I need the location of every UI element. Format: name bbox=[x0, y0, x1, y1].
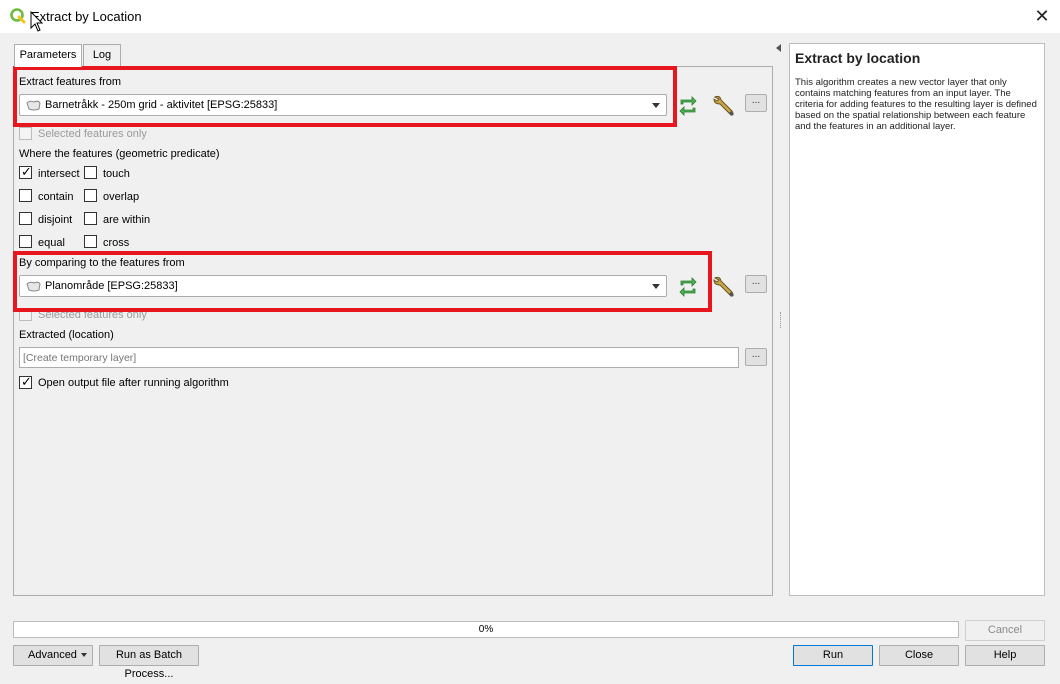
chevron-down-icon bbox=[81, 653, 87, 657]
compare-layer-combo[interactable]: Planområde [EPSG:25833] bbox=[19, 275, 667, 297]
input-layer-browse-button[interactable]: ... bbox=[745, 94, 767, 112]
run-button[interactable]: Run bbox=[793, 645, 873, 666]
tab-log[interactable]: Log bbox=[83, 44, 121, 66]
chevron-down-icon bbox=[652, 284, 660, 289]
iterate-refresh-icon[interactable] bbox=[677, 95, 699, 117]
help-button[interactable]: Help bbox=[965, 645, 1045, 666]
wrench-icon[interactable] bbox=[711, 274, 737, 300]
equal-checkbox[interactable] bbox=[19, 235, 32, 248]
advanced-label: Advanced bbox=[28, 649, 77, 661]
compare-layer-browse-button[interactable]: ... bbox=[745, 275, 767, 293]
compare-selected-only-checkbox[interactable] bbox=[19, 308, 32, 321]
touch-label: touch bbox=[103, 168, 130, 180]
open-output-label: Open output file after running algorithm bbox=[38, 377, 229, 389]
compare-selected-only-label: Selected features only bbox=[38, 309, 147, 321]
help-title: Extract by location bbox=[795, 50, 921, 66]
predicate-label: Where the features (geometric predicate) bbox=[19, 148, 220, 160]
cancel-button[interactable]: Cancel bbox=[965, 620, 1045, 641]
cross-label: cross bbox=[103, 237, 130, 249]
close-button[interactable]: Close bbox=[879, 645, 959, 666]
window-title: Extract by Location bbox=[31, 9, 142, 24]
input-layer-combo[interactable]: Barnetråkk - 250m grid - aktivitet [EPSG… bbox=[19, 94, 667, 116]
input-layer-value: Barnetråkk - 250m grid - aktivitet [EPSG… bbox=[45, 99, 278, 111]
intersect-label: intersect bbox=[38, 168, 80, 180]
input-layer-label: Extract features from bbox=[19, 76, 122, 88]
intersect-checkbox[interactable]: ✓ bbox=[19, 164, 32, 179]
check-icon: ✓ bbox=[21, 164, 32, 179]
progress-text: 0% bbox=[478, 624, 494, 635]
are-within-checkbox[interactable] bbox=[84, 212, 97, 225]
polygon-layer-icon bbox=[26, 100, 41, 111]
collapse-help-arrow-icon[interactable] bbox=[776, 44, 781, 52]
help-panel: Extract by location This algorithm creat… bbox=[789, 43, 1045, 596]
qgis-icon bbox=[10, 8, 26, 24]
tab-parameters[interactable]: Parameters bbox=[14, 44, 82, 67]
contain-checkbox[interactable] bbox=[19, 189, 32, 202]
output-label: Extracted (location) bbox=[19, 329, 114, 341]
close-window-button[interactable]: ✕ bbox=[1024, 0, 1060, 32]
touch-checkbox[interactable] bbox=[84, 166, 97, 179]
check-icon: ✓ bbox=[21, 374, 32, 389]
parameters-panel bbox=[13, 66, 773, 596]
compare-layer-label: By comparing to the features from bbox=[19, 257, 185, 269]
chevron-down-icon bbox=[652, 103, 660, 108]
overlap-checkbox[interactable] bbox=[84, 189, 97, 202]
help-body: This algorithm creates a new vector laye… bbox=[795, 77, 1037, 132]
mouse-cursor-icon bbox=[30, 11, 44, 32]
disjoint-label: disjoint bbox=[38, 214, 73, 226]
iterate-refresh-icon[interactable] bbox=[677, 276, 699, 298]
polygon-layer-icon bbox=[26, 281, 41, 292]
are-within-label: are within bbox=[103, 214, 151, 226]
input-selected-only-checkbox[interactable] bbox=[19, 127, 32, 140]
advanced-button[interactable]: Advanced bbox=[13, 645, 93, 666]
contain-label: contain bbox=[38, 191, 74, 203]
cross-checkbox[interactable] bbox=[84, 235, 97, 248]
overlap-label: overlap bbox=[103, 191, 140, 203]
disjoint-checkbox[interactable] bbox=[19, 212, 32, 225]
progress-bar: 0% bbox=[13, 621, 959, 638]
equal-label: equal bbox=[38, 237, 65, 249]
compare-layer-value: Planområde [EPSG:25833] bbox=[45, 280, 178, 292]
title-bar: Extract by Location ✕ bbox=[0, 0, 1060, 33]
output-browse-button[interactable]: ... bbox=[745, 348, 767, 366]
input-selected-only-label: Selected features only bbox=[38, 128, 147, 140]
open-output-checkbox[interactable]: ✓ bbox=[19, 374, 32, 389]
run-batch-button[interactable]: Run as Batch Process... bbox=[99, 645, 199, 680]
splitter-handle[interactable] bbox=[780, 312, 782, 328]
output-file-input[interactable] bbox=[19, 347, 739, 368]
wrench-icon[interactable] bbox=[711, 93, 737, 119]
